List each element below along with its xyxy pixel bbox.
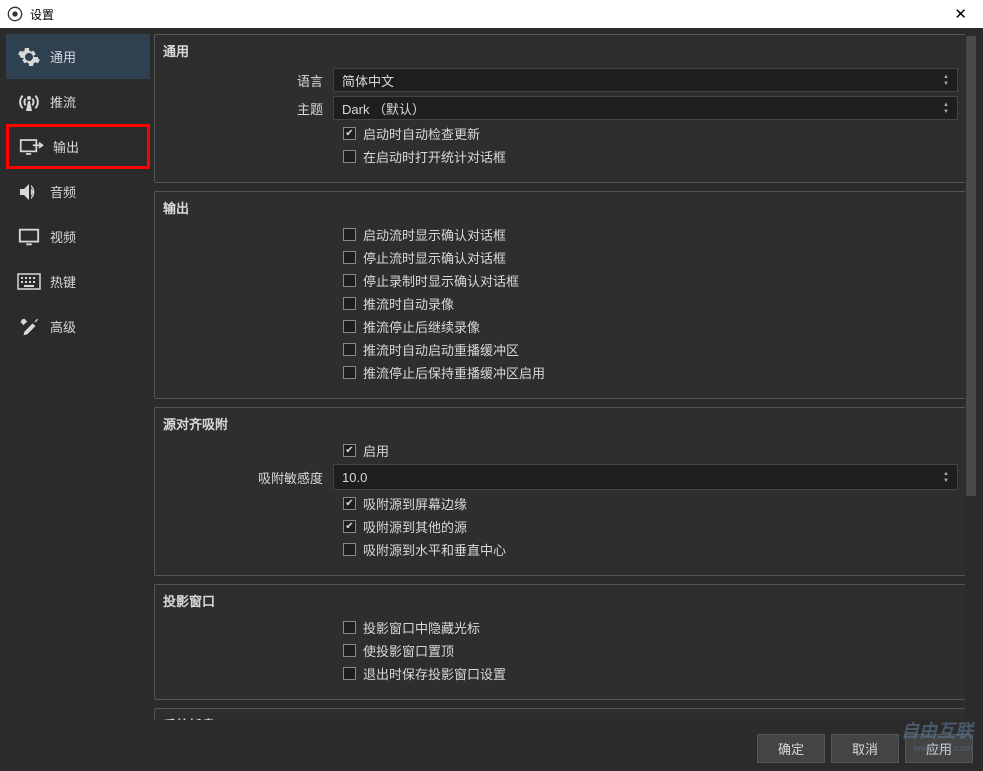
- section-tray: 系统托盘 启用 开始时最小化到系统托盘 总是最小化到系统托盘，而不是任务栏: [154, 708, 967, 720]
- scrollbar[interactable]: [965, 34, 977, 720]
- checkbox-label: 停止录制时显示确认对话框: [363, 271, 519, 290]
- sidebar-item-video[interactable]: 视频: [6, 214, 150, 259]
- checkbox-label: 推流时自动录像: [363, 294, 454, 313]
- checkbox-projector-hide-cursor[interactable]: [343, 621, 356, 634]
- keyboard-icon: [16, 271, 42, 293]
- chevron-updown-icon: ▲▼: [943, 471, 949, 484]
- checkbox-snap-enable[interactable]: [343, 444, 356, 457]
- apply-button[interactable]: 应用: [905, 734, 973, 763]
- section-title: 输出: [163, 198, 958, 217]
- checkbox-label: 吸附源到水平和垂直中心: [363, 540, 506, 559]
- close-icon[interactable]: ✕: [944, 3, 977, 25]
- sidebar-item-audio[interactable]: 音频: [6, 169, 150, 214]
- app-icon: [6, 5, 24, 23]
- checkbox-auto-replay-buffer[interactable]: [343, 343, 356, 356]
- antenna-icon: [16, 91, 42, 113]
- checkbox-label: 使投影窗口置顶: [363, 641, 454, 660]
- checkbox-snap-other-sources[interactable]: [343, 520, 356, 533]
- checkbox-open-stats[interactable]: [343, 150, 356, 163]
- sidebar-item-hotkeys[interactable]: 热键: [6, 259, 150, 304]
- chevron-updown-icon: ▲▼: [943, 74, 949, 87]
- window-title: 设置: [30, 6, 54, 23]
- checkbox-projector-save-on-exit[interactable]: [343, 667, 356, 680]
- sidebar-item-label: 视频: [50, 227, 76, 246]
- section-output: 输出 启动流时显示确认对话框 停止流时显示确认对话框 停止录制时显示确认对话框 …: [154, 191, 967, 399]
- language-label: 语言: [163, 71, 333, 90]
- bottombar: 确定 取消 应用: [0, 726, 983, 771]
- checkbox-snap-edges[interactable]: [343, 497, 356, 510]
- checkbox-label: 投影窗口中隐藏光标: [363, 618, 480, 637]
- checkbox-keep-record-after-stream[interactable]: [343, 320, 356, 333]
- section-general: 通用 语言 简体中文 ▲▼ 主题 Dark （默认）: [154, 34, 967, 183]
- sidebar-item-label: 高级: [50, 317, 76, 336]
- speaker-icon: [16, 181, 42, 203]
- checkbox-label: 推流停止后继续录像: [363, 317, 480, 336]
- checkbox-label: 吸附源到其他的源: [363, 517, 467, 536]
- section-title: 投影窗口: [163, 591, 958, 610]
- snap-sensitivity-label: 吸附敏感度: [163, 468, 333, 487]
- sidebar-item-label: 通用: [50, 47, 76, 66]
- section-snap: 源对齐吸附 启用 吸附敏感度 10.0 ▲▼ 吸附源到屏幕边缘 吸附源到其他的源…: [154, 407, 967, 576]
- snap-sensitivity-spinner[interactable]: 10.0 ▲▼: [333, 464, 958, 490]
- checkbox-keep-replay-buffer[interactable]: [343, 366, 356, 379]
- checkbox-snap-center[interactable]: [343, 543, 356, 556]
- gear-icon: [16, 46, 42, 68]
- sidebar-item-label: 音频: [50, 182, 76, 201]
- sidebar-item-general[interactable]: 通用: [6, 34, 150, 79]
- sidebar: 通用 推流 输出 音频 视频 热键 高级: [6, 34, 150, 720]
- checkbox-label: 启用: [363, 441, 389, 460]
- output-icon: [19, 136, 45, 158]
- checkbox-label: 推流停止后保持重播缓冲区启用: [363, 363, 545, 382]
- section-title: 通用: [163, 41, 958, 60]
- checkbox-label: 启动时自动检查更新: [363, 124, 480, 143]
- checkbox-label: 退出时保存投影窗口设置: [363, 664, 506, 683]
- chevron-updown-icon: ▲▼: [943, 102, 949, 115]
- theme-select[interactable]: Dark （默认） ▲▼: [333, 96, 958, 120]
- checkbox-label: 吸附源到屏幕边缘: [363, 494, 467, 513]
- section-projector: 投影窗口 投影窗口中隐藏光标 使投影窗口置顶 退出时保存投影窗口设置: [154, 584, 967, 700]
- tools-icon: [16, 316, 42, 338]
- section-title: 源对齐吸附: [163, 414, 958, 433]
- checkbox-label: 在启动时打开统计对话框: [363, 147, 506, 166]
- sidebar-item-output[interactable]: 输出: [6, 124, 150, 169]
- checkbox-auto-record[interactable]: [343, 297, 356, 310]
- language-select[interactable]: 简体中文 ▲▼: [333, 68, 958, 92]
- ok-button[interactable]: 确定: [757, 734, 825, 763]
- checkbox-label: 启动流时显示确认对话框: [363, 225, 506, 244]
- section-title: 系统托盘: [163, 715, 958, 720]
- monitor-icon: [16, 226, 42, 248]
- cancel-button[interactable]: 取消: [831, 734, 899, 763]
- content-panel: 通用 语言 简体中文 ▲▼ 主题 Dark （默认）: [154, 34, 977, 720]
- scrollbar-thumb[interactable]: [966, 36, 976, 496]
- checkbox-label: 推流时自动启动重播缓冲区: [363, 340, 519, 359]
- sidebar-item-label: 输出: [53, 137, 79, 156]
- checkbox-projector-always-top[interactable]: [343, 644, 356, 657]
- sidebar-item-stream[interactable]: 推流: [6, 79, 150, 124]
- theme-label: 主题: [163, 99, 333, 118]
- sidebar-item-label: 推流: [50, 92, 76, 111]
- sidebar-item-advanced[interactable]: 高级: [6, 304, 150, 349]
- titlebar: 设置 ✕: [0, 0, 983, 28]
- checkbox-auto-update[interactable]: [343, 127, 356, 140]
- checkbox-confirm-stop-stream[interactable]: [343, 251, 356, 264]
- checkbox-confirm-stop-record[interactable]: [343, 274, 356, 287]
- checkbox-label: 停止流时显示确认对话框: [363, 248, 506, 267]
- checkbox-confirm-start-stream[interactable]: [343, 228, 356, 241]
- sidebar-item-label: 热键: [50, 272, 76, 291]
